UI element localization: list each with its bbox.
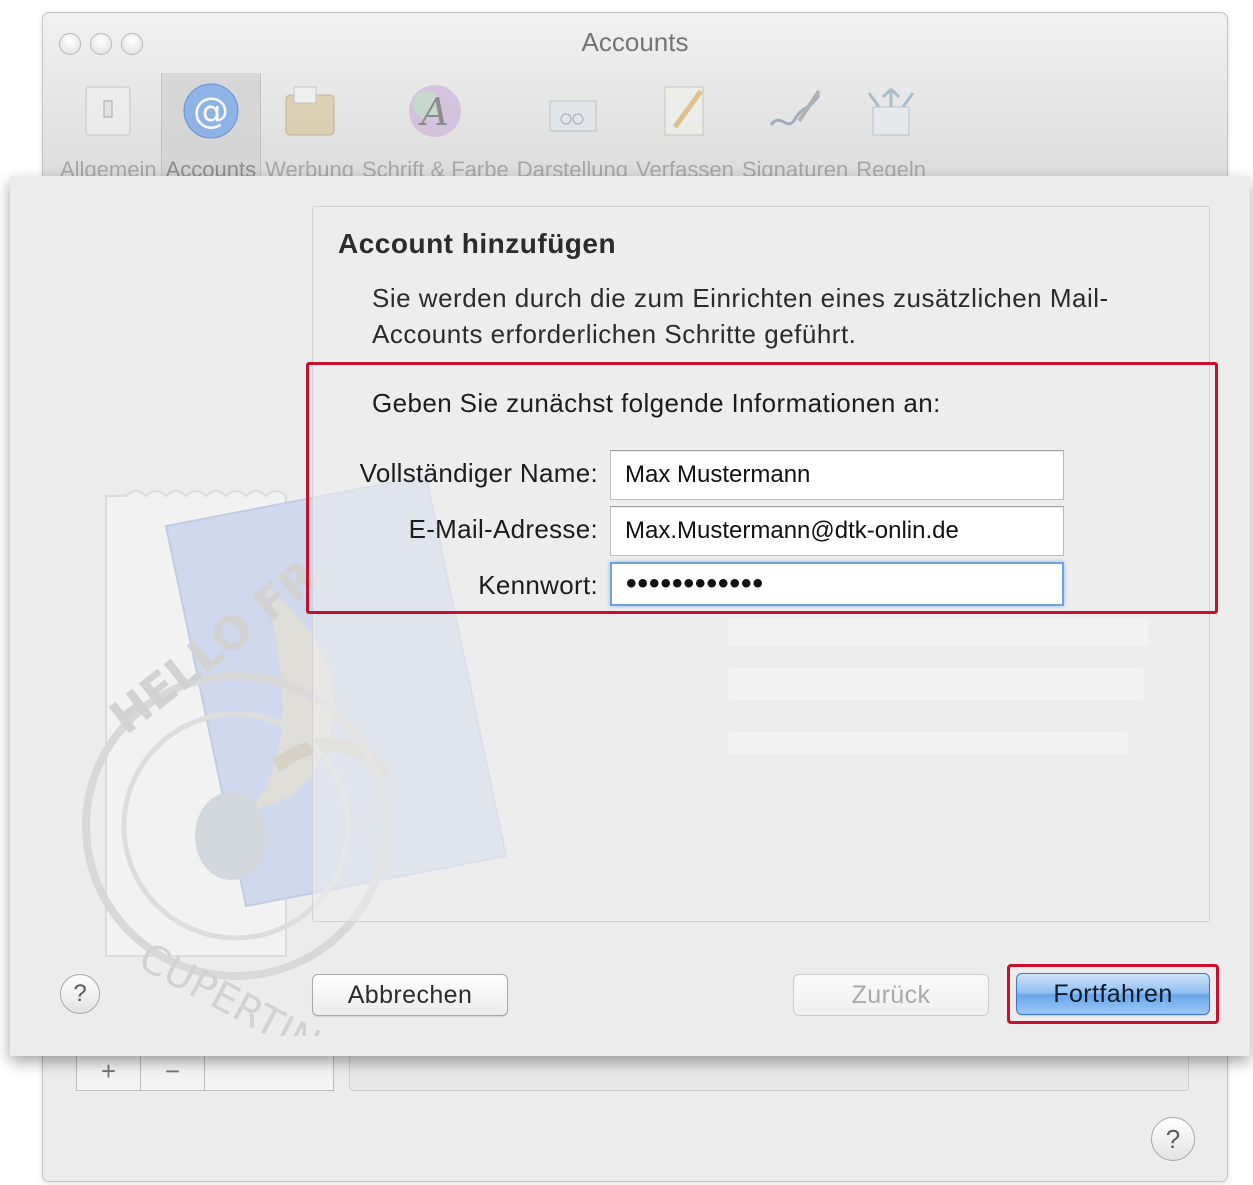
sheet-title: Account hinzufügen <box>338 228 617 259</box>
remove-account-button[interactable]: − <box>141 1052 205 1090</box>
svg-text:A: A <box>419 90 449 134</box>
toolbar-item-schrift-farbe[interactable]: A Schrift & Farbe <box>358 73 513 183</box>
title-bar: Accounts Allgemein @ Accounts Werbung A … <box>43 13 1227 183</box>
toolbar-item-werbung[interactable]: Werbung <box>261 73 358 183</box>
rules-icon <box>860 81 922 141</box>
toolbar-item-darstellung[interactable]: Darstellung <box>513 73 632 183</box>
faded-field <box>728 668 1144 700</box>
viewing-icon <box>541 81 603 141</box>
cancel-button[interactable]: Abbrechen <box>312 974 508 1016</box>
toolbar-item-signaturen[interactable]: Signaturen <box>738 73 852 183</box>
toolbar-item-accounts[interactable]: @ Accounts <box>160 73 262 183</box>
preferences-toolbar: Allgemein @ Accounts Werbung A Schrift &… <box>56 73 930 183</box>
sheet-description: Sie werden durch die zum Einrichten eine… <box>372 283 1109 349</box>
faded-field <box>728 732 1128 754</box>
font-color-icon: A <box>404 81 466 141</box>
form-highlight-frame <box>306 362 1218 614</box>
account-list-controls: + − <box>76 1051 334 1091</box>
svg-text:@: @ <box>193 91 229 132</box>
faded-field <box>728 618 1148 646</box>
continue-highlight-frame <box>1007 964 1219 1024</box>
signature-icon <box>764 81 826 141</box>
toolbar-item-allgemein[interactable]: Allgemein <box>56 73 161 183</box>
toolbar-item-verfassen[interactable]: Verfassen <box>632 73 738 183</box>
preferences-help-button[interactable]: ? <box>1151 1117 1195 1161</box>
switch-icon <box>77 81 139 141</box>
sheet-help-button[interactable]: ? <box>60 974 100 1014</box>
toolbar-item-regeln[interactable]: Regeln <box>852 73 930 183</box>
window-title: Accounts <box>581 27 689 57</box>
add-account-button[interactable]: + <box>77 1052 141 1090</box>
compose-icon <box>654 81 716 141</box>
back-button[interactable]: Zurück <box>793 974 989 1016</box>
account-list-spacer <box>205 1052 333 1090</box>
add-account-sheet: HELLO FR CUPERTINO CA Account hinzufügen… <box>10 176 1250 1056</box>
account-detail-footer <box>349 1051 1189 1091</box>
at-sign-icon: @ <box>180 81 242 141</box>
junk-mail-icon <box>279 81 341 141</box>
